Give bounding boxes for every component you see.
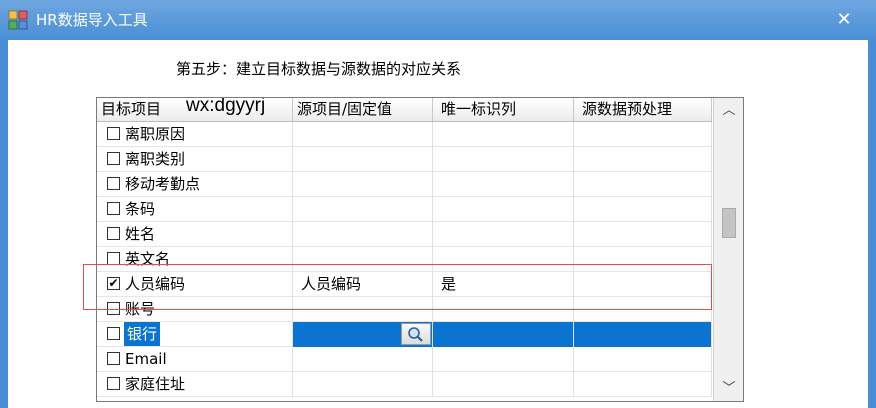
source-cell[interactable] <box>293 247 433 272</box>
target-label: 姓名 <box>125 225 156 243</box>
source-cell[interactable] <box>293 347 433 372</box>
target-cell[interactable]: Email <box>97 347 293 372</box>
lookup-button[interactable] <box>401 323 431 345</box>
target-cell[interactable]: ✔ 人员编码 <box>97 272 293 297</box>
source-cell[interactable] <box>293 172 433 197</box>
preprocess-cell[interactable] <box>574 222 712 247</box>
row-checkbox[interactable] <box>107 302 120 315</box>
step-title: 第五步：建立目标数据与源数据的对应关系 <box>176 60 462 78</box>
unique-cell[interactable] <box>433 222 574 247</box>
preprocess-cell[interactable] <box>574 147 712 172</box>
table-row[interactable]: 条码 <box>97 197 712 222</box>
preprocess-cell[interactable] <box>574 347 712 372</box>
grid-rows: 离职原因 离职类别 移动考勤点 条码 姓名 英文名 ✔ 人员编码 人员编码是账号 银行 Email 家… <box>97 122 712 397</box>
source-cell[interactable] <box>293 147 433 172</box>
target-label: 条码 <box>125 200 156 218</box>
target-label: 银行 <box>124 322 161 346</box>
target-cell[interactable]: 姓名 <box>97 222 293 247</box>
table-row[interactable]: 账号 <box>97 297 712 322</box>
target-cell[interactable]: 条码 <box>97 197 293 222</box>
row-checkbox[interactable] <box>107 127 120 140</box>
app-grid-icon <box>8 10 28 30</box>
unique-cell[interactable] <box>433 122 574 147</box>
source-cell[interactable] <box>293 222 433 247</box>
target-label: 移动考勤点 <box>125 175 201 193</box>
row-checkbox[interactable] <box>107 252 120 265</box>
preprocess-cell[interactable] <box>574 372 712 397</box>
scroll-thumb[interactable] <box>722 208 736 238</box>
unique-cell[interactable] <box>433 247 574 272</box>
dialog-body: 第五步：建立目标数据与源数据的对应关系 目标项目 wx:dgyyrj 源项目/固… <box>8 40 868 408</box>
vertical-scrollbar[interactable]: ︿ ﹀ <box>713 98 743 401</box>
source-cell[interactable] <box>293 122 433 147</box>
unique-cell[interactable] <box>433 372 574 397</box>
unique-cell[interactable] <box>433 347 574 372</box>
scroll-up-icon[interactable]: ︿ <box>714 100 743 122</box>
target-label: 家庭住址 <box>125 375 186 393</box>
row-checkbox[interactable] <box>107 352 120 365</box>
table-row[interactable]: 离职原因 <box>97 122 712 147</box>
window-title: HR数据导入工具 <box>36 11 148 29</box>
target-label: 英文名 <box>125 250 171 268</box>
table-row[interactable]: 移动考勤点 <box>97 172 712 197</box>
target-cell[interactable]: 英文名 <box>97 247 293 272</box>
preprocess-cell[interactable] <box>574 322 712 347</box>
target-cell[interactable]: 移动考勤点 <box>97 172 293 197</box>
row-checkbox[interactable] <box>107 227 120 240</box>
watermark-text: wx:dgyyrj <box>186 97 266 116</box>
preprocess-cell[interactable] <box>574 122 712 147</box>
table-row[interactable]: 家庭住址 <box>97 372 712 397</box>
table-row[interactable]: 银行 <box>97 322 712 347</box>
scroll-down-icon[interactable]: ﹀ <box>714 378 743 400</box>
source-cell[interactable] <box>293 197 433 222</box>
target-label: Email <box>125 350 167 368</box>
row-checkbox[interactable] <box>107 327 120 340</box>
target-cell[interactable]: 离职原因 <box>97 122 293 147</box>
target-label: 账号 <box>125 300 156 318</box>
target-cell[interactable]: 账号 <box>97 297 293 322</box>
row-checkbox[interactable] <box>107 177 120 190</box>
row-checkbox[interactable] <box>107 377 120 390</box>
table-row[interactable]: ✔ 人员编码 人员编码是 <box>97 272 712 297</box>
target-label: 人员编码 <box>125 275 186 293</box>
column-header-unique[interactable]: 唯一标识列 <box>433 98 574 121</box>
preprocess-cell[interactable] <box>574 172 712 197</box>
close-button[interactable]: ✕ <box>826 6 862 34</box>
table-row[interactable]: 离职类别 <box>97 147 712 172</box>
mapping-grid: 目标项目 wx:dgyyrj 源项目/固定值 唯一标识列 源数据预处理 离职原因… <box>96 97 744 402</box>
source-cell[interactable] <box>293 297 433 322</box>
unique-cell[interactable] <box>433 172 574 197</box>
row-checkbox[interactable] <box>107 152 120 165</box>
grid-header: 目标项目 wx:dgyyrj 源项目/固定值 唯一标识列 源数据预处理 <box>97 98 712 122</box>
unique-cell[interactable] <box>433 147 574 172</box>
preprocess-cell[interactable] <box>574 197 712 222</box>
preprocess-cell[interactable] <box>574 297 712 322</box>
unique-cell[interactable] <box>433 197 574 222</box>
source-cell[interactable] <box>293 372 433 397</box>
target-label: 离职类别 <box>125 150 186 168</box>
preprocess-cell[interactable] <box>574 272 712 297</box>
app-window: HR数据导入工具 ✕ 第五步：建立目标数据与源数据的对应关系 目标项目 wx:d… <box>0 0 876 408</box>
title-bar[interactable]: HR数据导入工具 ✕ <box>0 0 876 40</box>
target-label: 离职原因 <box>125 125 186 143</box>
table-row[interactable]: 姓名 <box>97 222 712 247</box>
row-checkbox[interactable]: ✔ <box>107 277 120 290</box>
unique-cell[interactable]: 是 <box>433 272 574 297</box>
table-row[interactable]: Email <box>97 347 712 372</box>
magnifier-icon <box>408 327 423 342</box>
target-cell[interactable]: 家庭住址 <box>97 372 293 397</box>
column-header-source[interactable]: 源项目/固定值 <box>293 98 433 121</box>
target-cell[interactable]: 离职类别 <box>97 147 293 172</box>
unique-cell[interactable] <box>433 322 574 347</box>
table-row[interactable]: 英文名 <box>97 247 712 272</box>
target-cell[interactable]: 银行 <box>97 322 293 347</box>
column-header-preprocess[interactable]: 源数据预处理 <box>574 98 712 121</box>
row-checkbox[interactable] <box>107 202 120 215</box>
preprocess-cell[interactable] <box>574 247 712 272</box>
unique-cell[interactable] <box>433 297 574 322</box>
source-cell[interactable]: 人员编码 <box>293 272 433 297</box>
